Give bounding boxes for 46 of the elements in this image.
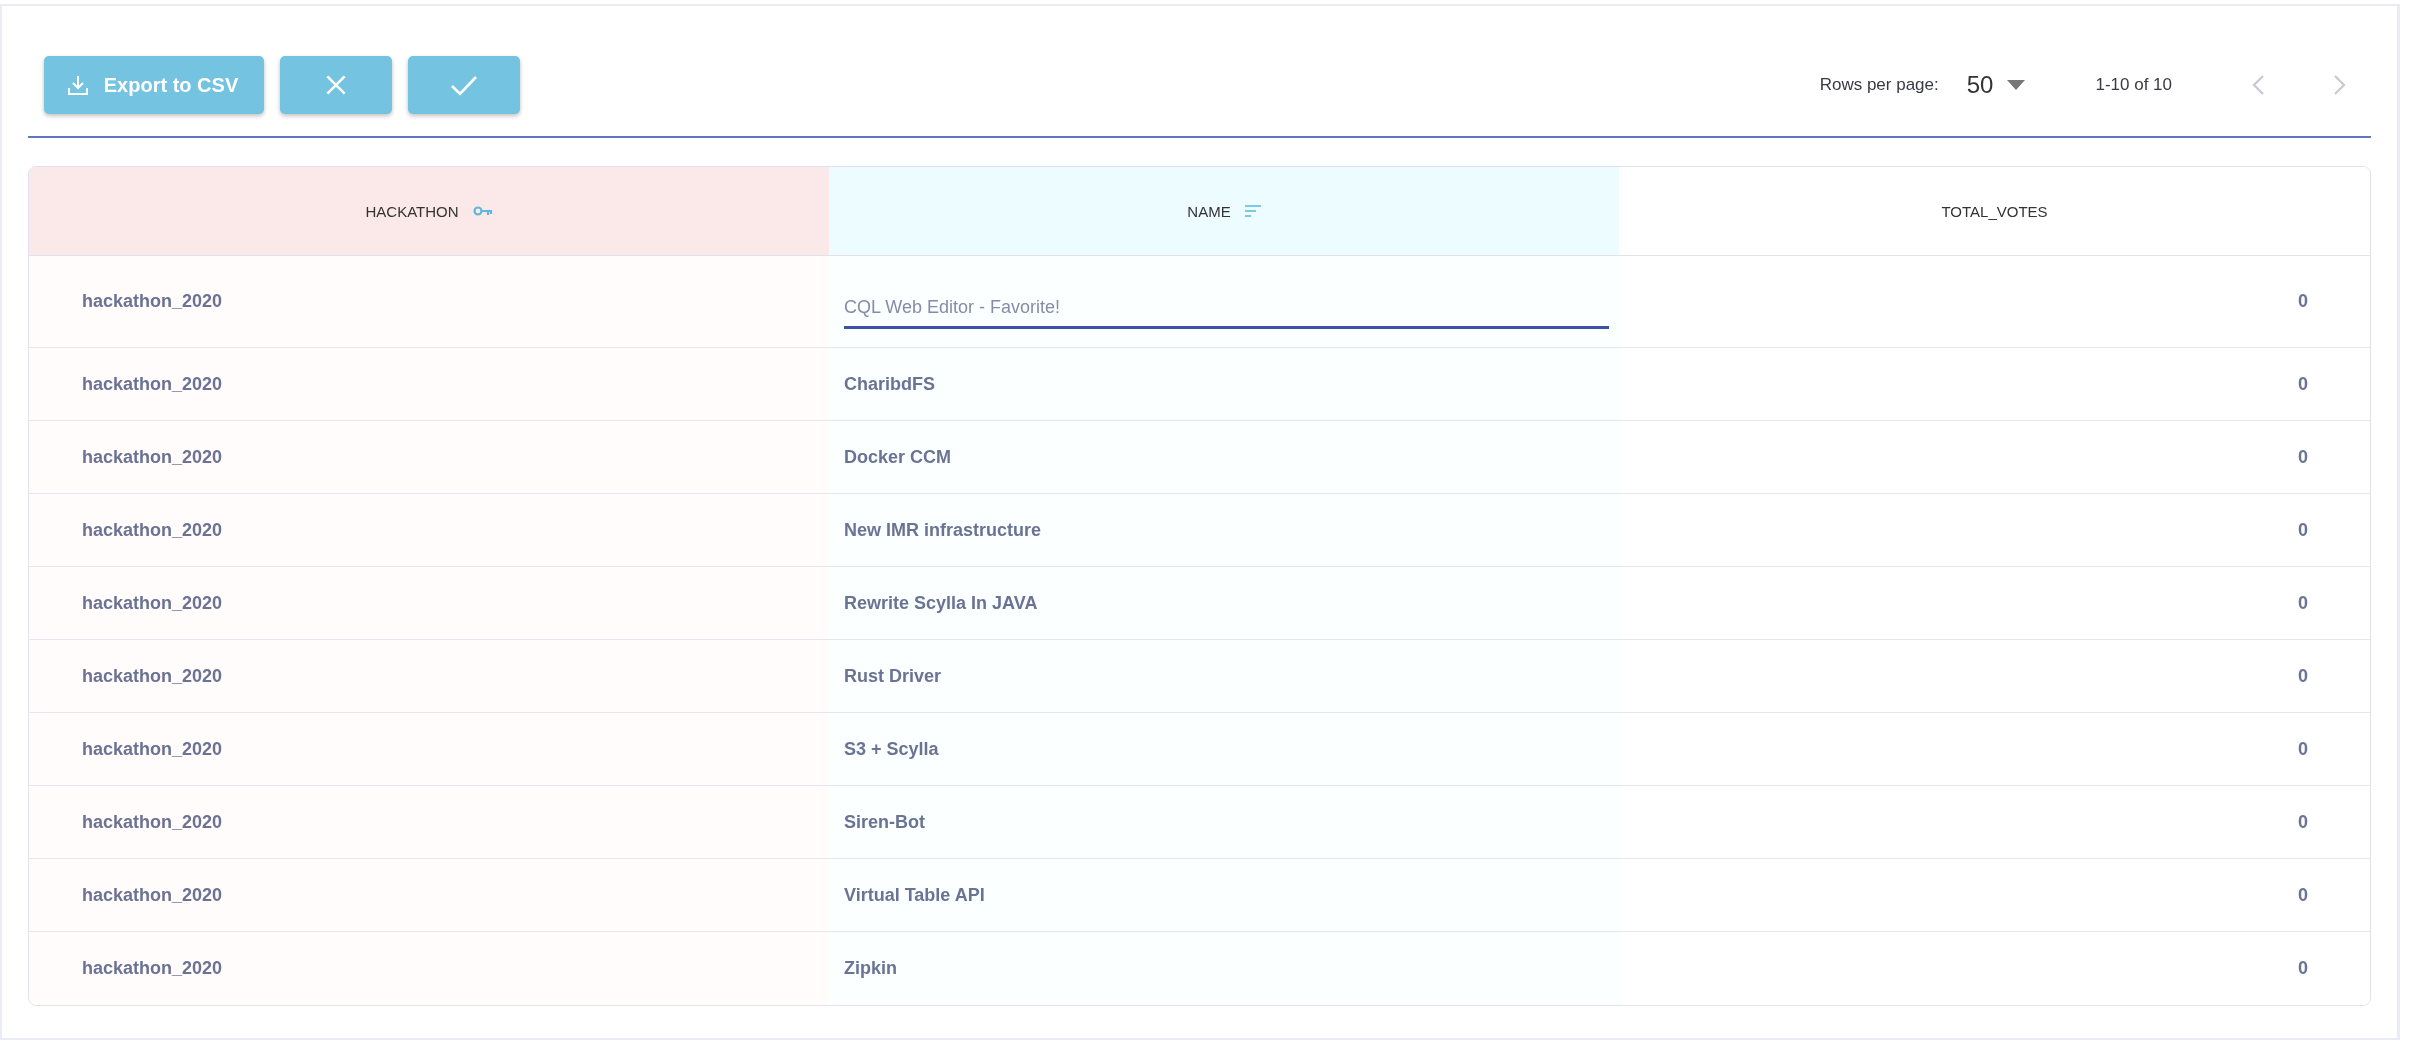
rows-per-page-label: Rows per page: — [1819, 75, 1939, 95]
name-cell: CharibdFS — [844, 373, 935, 395]
votes-cell: 0 — [2298, 592, 2308, 614]
hackathon-cell: hackathon_2020 — [82, 291, 223, 312]
votes-cell: 0 — [2298, 373, 2308, 395]
name-cell: Virtual Table API — [844, 884, 985, 906]
name-cell: Zipkin — [844, 958, 897, 979]
votes-cell: 0 — [2298, 291, 2308, 312]
column-header[interactable]: TOTAL_VOTES — [1619, 167, 2370, 256]
column-label: HACKATHON — [365, 202, 459, 220]
votes-cell: 0 — [2298, 738, 2308, 760]
confirm-button[interactable] — [408, 56, 520, 114]
votes-cell: 0 — [2298, 665, 2308, 687]
name-cell: S3 + Scylla — [844, 738, 939, 760]
votes-cell: 0 — [2298, 519, 2308, 541]
name-cell: Rust Driver — [844, 665, 942, 687]
chevron-right-icon — [2333, 74, 2347, 96]
hackathon-cell: hackathon_2020 — [82, 665, 223, 687]
column-header[interactable]: HACKATHON — [29, 167, 829, 256]
cancel-button[interactable] — [280, 56, 392, 114]
votes-cell: 0 — [2298, 811, 2308, 833]
hackathon-cell: hackathon_2020 — [82, 958, 223, 979]
hackathon-cell: hackathon_2020 — [82, 446, 223, 468]
chevron-left-icon — [2251, 74, 2265, 96]
hackathon-cell: hackathon_2020 — [82, 811, 223, 833]
rows-per-page-select[interactable]: 50 — [1966, 71, 2026, 99]
caret-icon — [2007, 80, 2026, 90]
hackathon-cell: hackathon_2020 — [82, 519, 223, 541]
hackathon-cell: hackathon_2020 — [82, 738, 223, 760]
name-cell: Siren-Bot — [844, 811, 925, 833]
name-cell: Docker CCM — [844, 446, 952, 468]
key-icon — [472, 205, 493, 217]
hackathon-cell: hackathon_2020 — [82, 373, 223, 395]
votes-cell: 0 — [2298, 884, 2308, 906]
hackathon-cell: hackathon_2020 — [82, 592, 223, 614]
sort-icon — [1244, 205, 1261, 217]
votes-cell: 0 — [2298, 958, 2308, 979]
column-label: NAME — [1187, 202, 1231, 220]
hackathon-cell: hackathon_2020 — [82, 884, 223, 906]
download-icon — [65, 73, 90, 97]
column-header[interactable]: NAME — [829, 167, 1619, 256]
votes-cell: 0 — [2298, 446, 2308, 468]
name-cell: New IMR infrastructure — [844, 519, 1042, 541]
name-cell: Rewrite Scylla In JAVA — [844, 592, 1038, 614]
column-label: TOTAL_VOTES — [1941, 202, 2048, 220]
page-range: 1-10 of 10 — [2095, 75, 2172, 95]
